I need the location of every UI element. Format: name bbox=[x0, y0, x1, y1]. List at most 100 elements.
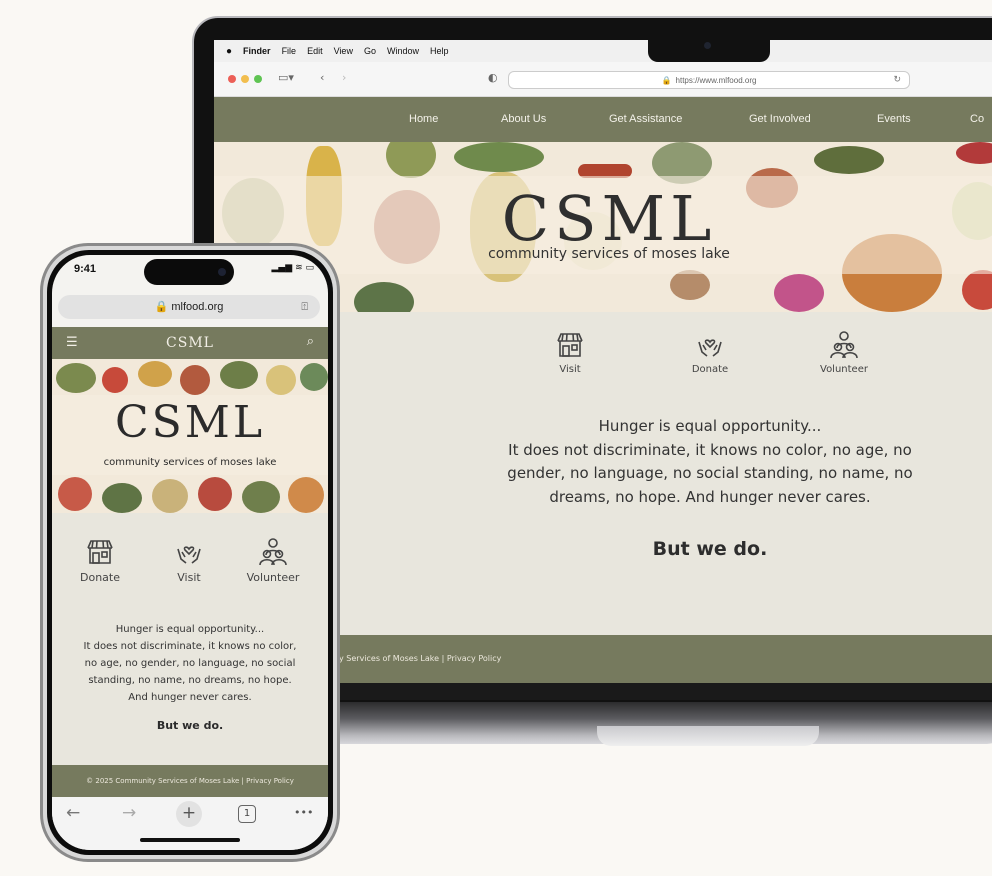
mobile-url: 🔒 mlfood.org bbox=[154, 301, 224, 313]
eggplant-illustration bbox=[956, 142, 992, 164]
action-donate[interactable]: Donate bbox=[665, 330, 755, 375]
vegetable-illustration bbox=[242, 481, 280, 513]
mobile-tagline-emphasis: But we do. bbox=[156, 719, 224, 732]
tabs-button[interactable]: 1 bbox=[238, 805, 256, 823]
zoom-window-button[interactable] bbox=[254, 75, 262, 83]
fruit-illustration bbox=[180, 365, 210, 395]
mobile-hero-banner: CSML community services of moses lake bbox=[52, 359, 328, 513]
address-bar-url: https://www.mlfood.org bbox=[675, 75, 757, 85]
mobile-header-title[interactable]: CSML bbox=[52, 335, 328, 351]
nav-home[interactable]: Home bbox=[409, 113, 438, 125]
nav-about-us[interactable]: About Us bbox=[501, 113, 546, 125]
vegetable-illustration bbox=[56, 363, 96, 393]
olive-branch-illustration bbox=[814, 146, 884, 174]
hero-title: CSML bbox=[501, 182, 717, 255]
mobile-action-volunteer[interactable]: Volunteer bbox=[231, 537, 315, 584]
home-indicator bbox=[140, 838, 240, 842]
leaf-illustration bbox=[454, 142, 544, 172]
menu-file[interactable]: File bbox=[282, 46, 297, 56]
share-icon[interactable]: ⍐ bbox=[301, 295, 308, 319]
mobile-browser-toolbar: ← → + 1 ••• bbox=[52, 797, 328, 850]
vegetable-illustration bbox=[300, 363, 328, 391]
tagline-line: dreams, no hope. And hunger never cares. bbox=[549, 487, 871, 506]
tagline-line: no age, no gender, no language, no socia… bbox=[84, 658, 296, 669]
fruit-illustration bbox=[138, 361, 172, 387]
tagline-emphasis: But we do. bbox=[652, 538, 768, 560]
forward-arrow-icon[interactable]: → bbox=[122, 803, 136, 823]
laptop-opening-groove bbox=[597, 726, 819, 746]
camera-icon bbox=[218, 268, 226, 276]
mac-menubar: ● Finder File Edit View Go Window Help bbox=[214, 40, 992, 62]
status-icons: ▂▄▆ ≋ ▭ bbox=[271, 263, 314, 273]
fruit-illustration bbox=[288, 477, 324, 513]
people-icon bbox=[830, 331, 858, 359]
action-visit-label: Visit bbox=[559, 364, 581, 375]
action-donate-label: Donate bbox=[691, 364, 729, 375]
sidebar-icon[interactable]: ▭▾ bbox=[278, 71, 294, 84]
menu-edit[interactable]: Edit bbox=[307, 46, 323, 56]
back-arrow-icon[interactable]: ← bbox=[66, 803, 80, 823]
action-visit[interactable]: Visit bbox=[525, 330, 615, 375]
gourd-illustration bbox=[354, 282, 414, 312]
storefront-icon bbox=[557, 333, 583, 357]
new-tab-button[interactable]: + bbox=[176, 801, 202, 827]
fruit-illustration bbox=[102, 367, 128, 393]
fruit-illustration bbox=[58, 477, 92, 511]
tagline-line: standing, no name, no dreams, no hope. bbox=[88, 675, 292, 686]
back-arrow-icon[interactable]: ‹ bbox=[320, 71, 324, 84]
people-icon bbox=[259, 538, 287, 566]
phone-screen: 9:41 ▂▄▆ ≋ ▭ 🔒 mlfood.org ⍐ ☰ CSML ⌕ CSM… bbox=[52, 255, 328, 850]
pear-illustration bbox=[386, 142, 436, 178]
tagline-text: Hunger is equal opportunity... It does n… bbox=[484, 415, 936, 509]
mobile-action-donate[interactable]: Donate bbox=[58, 537, 142, 584]
nav-get-assistance[interactable]: Get Assistance bbox=[609, 113, 682, 125]
mobile-action-visit[interactable]: Visit bbox=[147, 537, 231, 584]
shield-icon[interactable]: ◐ bbox=[488, 71, 498, 84]
address-bar[interactable]: 🔒 https://www.mlfood.org ↻ bbox=[508, 71, 910, 89]
mobile-footer[interactable]: © 2025 Community Services of Moses Lake … bbox=[52, 765, 328, 797]
menu-app-finder[interactable]: Finder bbox=[243, 46, 271, 56]
menu-window[interactable]: Window bbox=[387, 46, 419, 56]
mobile-action-volunteer-label: Volunteer bbox=[246, 571, 300, 584]
tagline-line: It does not discriminate, it knows no co… bbox=[508, 440, 912, 459]
storefront-icon bbox=[87, 540, 113, 564]
nav-get-involved[interactable]: Get Involved bbox=[749, 113, 811, 125]
apple-menu-icon[interactable]: ● bbox=[226, 46, 232, 57]
search-icon[interactable]: ⌕ bbox=[307, 334, 314, 349]
more-icon[interactable]: ••• bbox=[294, 806, 313, 819]
menu-view[interactable]: View bbox=[334, 46, 353, 56]
action-volunteer-label: Volunteer bbox=[820, 364, 868, 375]
menu-go[interactable]: Go bbox=[364, 46, 376, 56]
action-volunteer[interactable]: Volunteer bbox=[799, 330, 889, 375]
status-time: 9:41 bbox=[74, 263, 97, 275]
vegetable-illustration bbox=[102, 483, 142, 513]
laptop-notch bbox=[648, 38, 770, 62]
mobile-hero-subtitle: community services of moses lake bbox=[103, 457, 277, 468]
reload-icon[interactable]: ↻ bbox=[893, 74, 901, 85]
footer-text[interactable]: y Services of Moses Lake | Privacy Polic… bbox=[339, 654, 501, 663]
mobile-header: ☰ CSML ⌕ bbox=[52, 327, 328, 359]
strawberry-illustration bbox=[962, 270, 992, 310]
lock-icon: 🔒 bbox=[661, 75, 672, 85]
mobile-tagline: Hunger is equal opportunity... It does n… bbox=[60, 621, 320, 706]
dragonfruit-illustration bbox=[774, 274, 824, 312]
heart-hands-icon bbox=[177, 546, 201, 564]
mobile-action-visit-label: Visit bbox=[177, 571, 201, 584]
forward-arrow-icon[interactable]: › bbox=[342, 71, 346, 84]
vegetable-illustration bbox=[220, 361, 258, 389]
fruit-illustration bbox=[266, 365, 296, 395]
hero-subtitle: community services of moses lake bbox=[488, 246, 730, 262]
mobile-address-bar[interactable]: 🔒 mlfood.org ⍐ bbox=[58, 295, 320, 319]
minimize-window-button[interactable] bbox=[241, 75, 249, 83]
browser-toolbar: ▭▾ ‹ › ◐ 🔒 https://www.mlfood.org ↻ bbox=[214, 62, 992, 97]
fruit-illustration bbox=[198, 477, 232, 511]
tagline-line: Hunger is equal opportunity... bbox=[115, 624, 265, 635]
tagline-line: gender, no language, no social standing,… bbox=[507, 464, 913, 482]
mobile-content: Donate Visit Volunteer Hunger is equal o… bbox=[52, 513, 328, 765]
nav-contact[interactable]: Co bbox=[970, 113, 984, 125]
close-window-button[interactable] bbox=[228, 75, 236, 83]
site-nav: Home About Us Get Assistance Get Involve… bbox=[214, 97, 992, 142]
mobile-action-donate-label: Donate bbox=[80, 571, 120, 584]
nav-events[interactable]: Events bbox=[877, 113, 911, 125]
menu-help[interactable]: Help bbox=[430, 46, 449, 56]
